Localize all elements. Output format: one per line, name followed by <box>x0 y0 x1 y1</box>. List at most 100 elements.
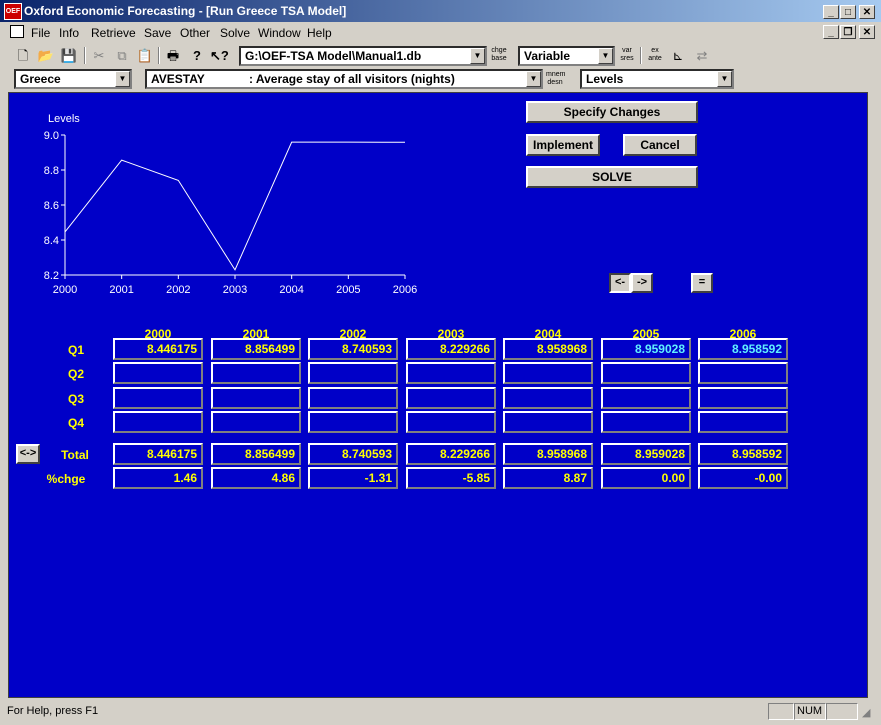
chge-base-line2: base <box>491 55 507 62</box>
row-q3-cell-2002[interactable] <box>308 387 398 409</box>
chevron-down-icon[interactable]: ▼ <box>717 71 732 87</box>
mnem-desn-button[interactable]: mnem desn <box>546 71 565 87</box>
resize-grip-icon[interactable]: ◢ <box>862 706 870 719</box>
row-q2-cell-2002[interactable] <box>308 362 398 384</box>
row-q4-cell-2004[interactable] <box>503 411 593 433</box>
menu-help[interactable]: Help <box>307 26 332 40</box>
variable-mode-select[interactable]: Variable ▼ <box>518 46 615 66</box>
row-q3-label: Q3 <box>67 392 84 406</box>
row-total-cell-2000[interactable]: 8.446175 <box>113 443 203 465</box>
chevron-down-icon[interactable]: ▼ <box>115 71 130 87</box>
row-pct-change-cell-2003[interactable]: -5.85 <box>406 467 496 489</box>
print-icon[interactable]: 🖶 <box>164 47 182 64</box>
chevron-down-icon[interactable]: ▼ <box>598 48 613 64</box>
implement-button[interactable]: Implement <box>526 134 600 156</box>
row-q1-cell-2000[interactable]: 8.446175 <box>113 338 203 360</box>
menu-retrieve[interactable]: Retrieve <box>91 26 136 40</box>
new-file-icon[interactable]: 🗋 <box>14 47 32 64</box>
minimize-icon[interactable]: _ <box>823 5 839 19</box>
display-mode-select[interactable]: Levels ▼ <box>580 69 734 89</box>
menu-info[interactable]: Info <box>59 26 79 40</box>
chge-base-button[interactable]: chge base <box>490 47 508 63</box>
row-q4-cell-2002[interactable] <box>308 411 398 433</box>
row-q4-cell-2006[interactable] <box>698 411 788 433</box>
child-minimize-icon[interactable]: _ <box>823 25 839 39</box>
row-q1-cell-2005[interactable]: 8.959028 <box>601 338 691 360</box>
row-q3-cell-2005[interactable] <box>601 387 691 409</box>
row-q2-cell-2001[interactable] <box>211 362 301 384</box>
levels-chart: Levels 8.2 8.4 8.6 8.8 9.0 2000 2001 2002 2003 200… <box>44 113 418 296</box>
row-q3-cell-2001[interactable] <box>211 387 301 409</box>
row-q4-cell-2003[interactable] <box>406 411 496 433</box>
row-q2-cell-2006[interactable] <box>698 362 788 384</box>
row-total-cell-2005[interactable]: 8.959028 <box>601 443 691 465</box>
row-q2-cell-2004[interactable] <box>503 362 593 384</box>
swap-button[interactable]: <-> <box>16 444 40 464</box>
forward-button[interactable]: -> <box>631 273 653 293</box>
maximize-icon[interactable]: □ <box>840 5 856 19</box>
row-pct-change-cell-2002[interactable]: -1.31 <box>308 467 398 489</box>
row-q2-cell-2003[interactable] <box>406 362 496 384</box>
menu-file[interactable]: File <box>31 26 50 40</box>
row-q2-cell-2005[interactable] <box>601 362 691 384</box>
row-q3-cell-2000[interactable] <box>113 387 203 409</box>
variable-select[interactable]: AVESTAY : Average stay of all visitors (… <box>145 69 543 89</box>
copy-icon[interactable]: ⧉ <box>113 47 131 64</box>
equals-button[interactable]: = <box>691 273 713 293</box>
open-folder-icon[interactable]: 📂 <box>37 47 55 64</box>
row-q3-cell-2003[interactable] <box>406 387 496 409</box>
menu-other[interactable]: Other <box>180 26 210 40</box>
row-total-cell-2004[interactable]: 8.958968 <box>503 443 593 465</box>
document-icon <box>10 25 24 38</box>
about-help-icon[interactable]: ? <box>188 47 206 64</box>
row-total-cell-2002[interactable]: 8.740593 <box>308 443 398 465</box>
row-q1-cell-2002[interactable]: 8.740593 <box>308 338 398 360</box>
row-pct-change-cell-2005[interactable]: 0.00 <box>601 467 691 489</box>
chart-y-tick-label: 9.0 <box>44 130 59 142</box>
solve-button[interactable]: SOLVE <box>526 166 698 188</box>
row-pct-change-cell-2000[interactable]: 1.46 <box>113 467 203 489</box>
row-pct-change-cell-2004[interactable]: 8.87 <box>503 467 593 489</box>
child-restore-icon[interactable]: ❐ <box>840 25 856 39</box>
status-message: For Help, press F1 <box>7 705 99 717</box>
country-select[interactable]: Greece ▼ <box>14 69 132 89</box>
menu-solve[interactable]: Solve <box>220 26 250 40</box>
row-total-cell-2006[interactable]: 8.958592 <box>698 443 788 465</box>
ex-ante-button[interactable]: ex ante <box>646 47 664 63</box>
row-q2-cell-2000[interactable] <box>113 362 203 384</box>
row-q1-cell-2001[interactable]: 8.856499 <box>211 338 301 360</box>
row-q1-cell-2003[interactable]: 8.229266 <box>406 338 496 360</box>
row-q4-cell-2000[interactable] <box>113 411 203 433</box>
row-q4-cell-2005[interactable] <box>601 411 691 433</box>
swap-arrows-icon[interactable]: ⇄ <box>693 47 711 64</box>
row-pct-change-cell-2001[interactable]: 4.86 <box>211 467 301 489</box>
menu-save[interactable]: Save <box>144 26 171 40</box>
database-path-select[interactable]: G:\OEF-TSA Model\Manual1.db ▼ <box>239 46 487 66</box>
row-q3-cell-2006[interactable] <box>698 387 788 409</box>
child-close-icon[interactable]: ✕ <box>859 25 875 39</box>
cancel-button[interactable]: Cancel <box>623 134 697 156</box>
var-sres-line2: sres <box>620 55 634 62</box>
row-q4-cell-2001[interactable] <box>211 411 301 433</box>
cut-icon[interactable]: ✂ <box>90 47 108 64</box>
paste-icon[interactable]: 📋 <box>136 47 154 64</box>
menu-window[interactable]: Window <box>258 26 301 40</box>
back-button[interactable]: <- <box>609 273 631 293</box>
chart-axes-icon[interactable]: ⊾ <box>669 47 687 64</box>
row-total-cell-2003[interactable]: 8.229266 <box>406 443 496 465</box>
context-help-icon[interactable]: ↖? <box>210 47 229 64</box>
chevron-down-icon[interactable]: ▼ <box>526 71 541 87</box>
row-pct-change-cell-2006[interactable]: -0.00 <box>698 467 788 489</box>
close-icon[interactable]: ✕ <box>859 5 875 19</box>
row-q1-cell-2004[interactable]: 8.958968 <box>503 338 593 360</box>
row-total-label: Total <box>61 448 89 462</box>
chart-y-tick-label: 8.4 <box>44 235 59 247</box>
row-q1-cell-2006[interactable]: 8.958592 <box>698 338 788 360</box>
chevron-down-icon[interactable]: ▼ <box>470 48 485 64</box>
var-sres-button[interactable]: var sres <box>618 47 636 63</box>
row-total-cell-2001[interactable]: 8.856499 <box>211 443 301 465</box>
chart-x-tick-label: 2004 <box>279 284 303 296</box>
row-q3-cell-2004[interactable] <box>503 387 593 409</box>
save-disk-icon[interactable]: 💾 <box>60 47 78 64</box>
specify-changes-button[interactable]: Specify Changes <box>526 101 698 123</box>
